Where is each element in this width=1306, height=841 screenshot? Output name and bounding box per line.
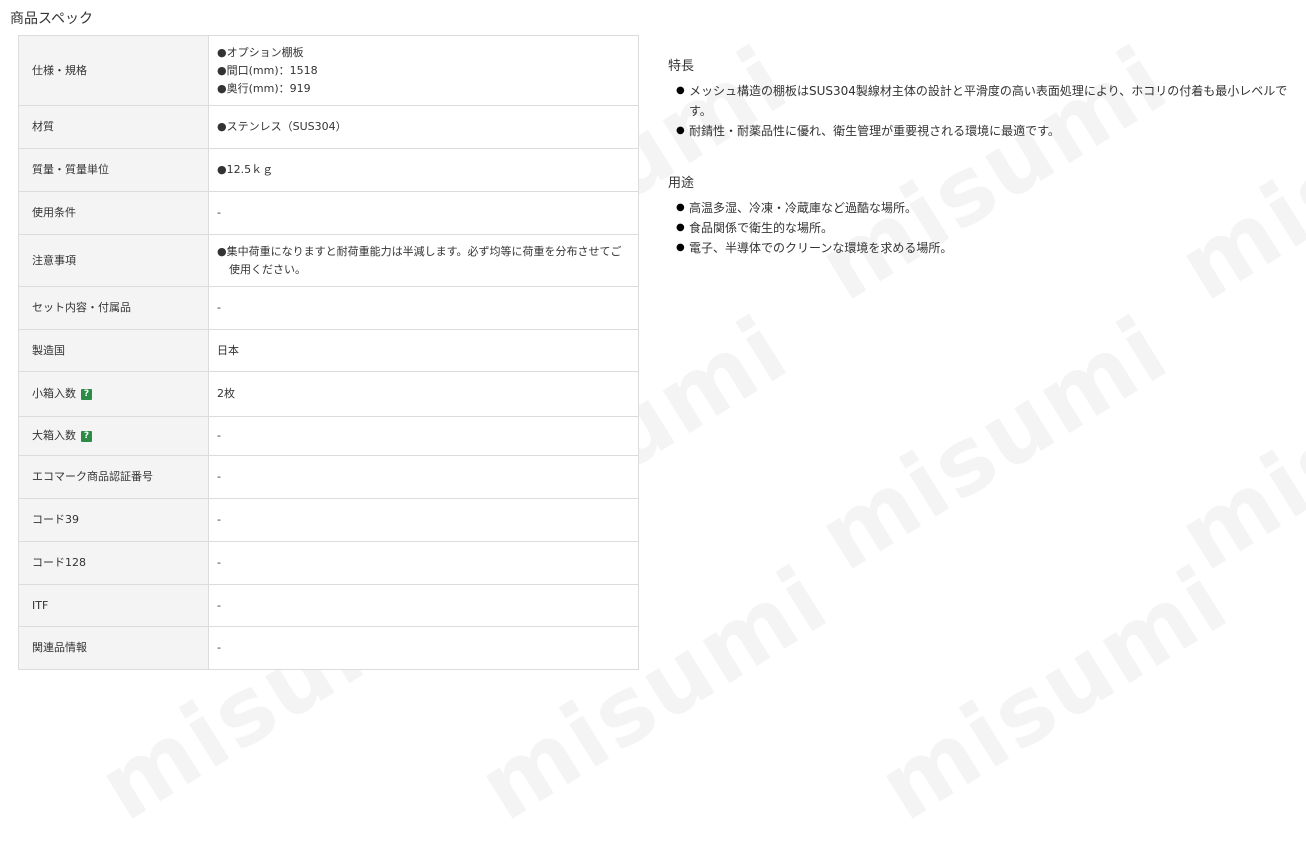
spec-value: -	[208, 455, 639, 499]
spec-label-text: コード128	[32, 556, 86, 569]
spec-value-line: ●間口(mm)：1518	[217, 63, 318, 77]
spec-value: -	[208, 541, 639, 585]
spec-value-line: 2枚	[217, 387, 235, 400]
spec-row: 注意事項 ●集中荷重になりますと耐荷重能力は半減します。必ず均等に荷重を分布させ…	[18, 234, 639, 287]
spec-label-text: 質量・質量単位	[32, 163, 109, 176]
spec-label-text: 材質	[32, 120, 54, 133]
spec-value-line: -	[217, 429, 221, 442]
watermark: misumi	[861, 546, 1246, 841]
spec-label-text: 使用条件	[32, 206, 76, 219]
spec-value-line: -	[217, 598, 221, 612]
features-section: 特長 メッシュ構造の棚板はSUS304製線材主体の設計と平滑度の高い表面処理によ…	[668, 55, 1288, 141]
spec-label-text: 大箱入数	[32, 429, 76, 442]
uses-section: 用途 高温多湿、冷凍・冷蔵庫など過酷な場所。 食品関係で衛生的な場所。 電子、半…	[668, 172, 1288, 258]
spec-value-line: -	[217, 470, 221, 483]
feature-item: メッシュ構造の棚板はSUS304製線材主体の設計と平滑度の高い表面処理により、ホ…	[676, 81, 1288, 121]
spec-label: コード128	[18, 541, 209, 585]
spec-value: ●集中荷重になりますと耐荷重能力は半減します。必ず均等に荷重を分布させてご使用く…	[208, 234, 639, 287]
spec-value: 日本	[208, 329, 639, 372]
spec-row: エコマーク商品認証番号 -	[18, 455, 639, 499]
spec-value: ●12.5ｋｇ	[208, 148, 639, 192]
spec-label: 注意事項	[18, 234, 209, 287]
spec-row: 材質 ●ステンレス（SUS304）	[18, 105, 639, 149]
spec-row: 小箱入数? 2枚	[18, 371, 639, 417]
spec-label: 製造国	[18, 329, 209, 372]
spec-label: 小箱入数?	[18, 371, 209, 417]
section-title: 商品スペック	[10, 11, 94, 27]
spec-value-line: -	[217, 641, 221, 654]
spec-value-line: -	[217, 206, 221, 219]
use-item: 食品関係で衛生的な場所。	[676, 218, 1288, 238]
spec-label: 材質	[18, 105, 209, 149]
spec-value: -	[208, 498, 639, 542]
feature-item: 耐錆性・耐薬品性に優れ、衛生管理が重要視される環境に最適です。	[676, 121, 1288, 141]
spec-value-line: ●ステンレス（SUS304）	[217, 120, 347, 133]
spec-value: -	[208, 584, 639, 627]
spec-row: 使用条件 -	[18, 191, 639, 235]
spec-label: セット内容・付属品	[18, 286, 209, 330]
spec-row: 関連品情報 -	[18, 626, 639, 670]
spec-label-text: 仕様・規格	[32, 63, 87, 77]
spec-value: 2枚	[208, 371, 639, 417]
use-item: 高温多湿、冷凍・冷蔵庫など過酷な場所。	[676, 198, 1288, 218]
spec-value: ●オプション棚板 ●間口(mm)：1518 ●奥行(mm)：919	[208, 35, 639, 106]
uses-title: 用途	[668, 176, 695, 191]
spec-value-line: -	[217, 513, 221, 526]
spec-label: 仕様・規格	[18, 35, 209, 106]
spec-value-line: ●奥行(mm)：919	[217, 81, 311, 95]
spec-table: 仕様・規格 ●オプション棚板 ●間口(mm)：1518 ●奥行(mm)：919 …	[18, 35, 639, 670]
spec-label: コード39	[18, 498, 209, 542]
spec-value-line: ●集中荷重になりますと耐荷重能力は半減します。必ず均等に荷重を分布させてご使用く…	[217, 244, 622, 276]
spec-label: ITF	[18, 584, 209, 627]
spec-value: -	[208, 626, 639, 670]
spec-label-text: 注意事項	[32, 253, 76, 267]
spec-value-line: ●12.5ｋｇ	[217, 163, 274, 176]
watermark: misumi	[1161, 296, 1306, 592]
spec-label: 使用条件	[18, 191, 209, 235]
spec-label: 関連品情報	[18, 626, 209, 670]
spec-value-line: -	[217, 556, 221, 569]
spec-value-line: ●オプション棚板	[217, 45, 304, 59]
help-icon[interactable]: ?	[81, 389, 92, 400]
spec-row: コード39 -	[18, 498, 639, 542]
spec-row: セット内容・付属品 -	[18, 286, 639, 330]
spec-value: ●ステンレス（SUS304）	[208, 105, 639, 149]
spec-label-text: 関連品情報	[32, 641, 87, 654]
uses-list: 高温多湿、冷凍・冷蔵庫など過酷な場所。 食品関係で衛生的な場所。 電子、半導体で…	[668, 198, 1288, 258]
spec-value: -	[208, 286, 639, 330]
spec-label: 質量・質量単位	[18, 148, 209, 192]
spec-row: コード128 -	[18, 541, 639, 585]
spec-value-line: 日本	[217, 343, 239, 357]
spec-row: 仕様・規格 ●オプション棚板 ●間口(mm)：1518 ●奥行(mm)：919	[18, 35, 639, 106]
spec-label-text: コード39	[32, 513, 79, 526]
spec-label: 大箱入数?	[18, 416, 209, 456]
spec-value: -	[208, 416, 639, 456]
use-item: 電子、半導体でのクリーンな環境を求める場所。	[676, 238, 1288, 258]
spec-label-text: 製造国	[32, 343, 65, 357]
features-title: 特長	[668, 59, 695, 74]
features-list: メッシュ構造の棚板はSUS304製線材主体の設計と平滑度の高い表面処理により、ホ…	[668, 81, 1288, 141]
watermark: misumi	[801, 296, 1186, 592]
spec-label-text: ITF	[32, 598, 49, 612]
spec-label-text: エコマーク商品認証番号	[32, 470, 153, 483]
spec-label-text: セット内容・付属品	[32, 301, 131, 314]
spec-row: ITF -	[18, 584, 639, 627]
spec-row: 製造国 日本	[18, 329, 639, 372]
spec-value: -	[208, 191, 639, 235]
spec-row: 質量・質量単位 ●12.5ｋｇ	[18, 148, 639, 192]
spec-label: エコマーク商品認証番号	[18, 455, 209, 499]
spec-row: 大箱入数? -	[18, 416, 639, 456]
help-icon[interactable]: ?	[81, 431, 92, 442]
spec-value-line: -	[217, 301, 221, 314]
spec-label-text: 小箱入数	[32, 387, 76, 400]
